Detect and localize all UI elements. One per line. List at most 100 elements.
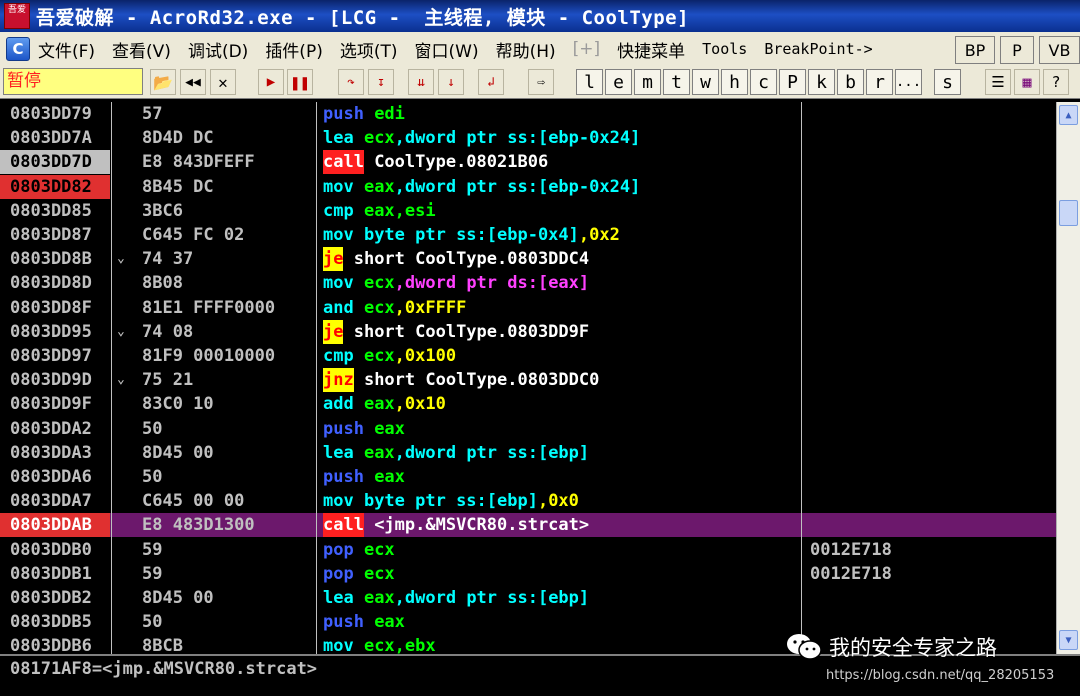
scroll-down-icon[interactable]: ▼ bbox=[1059, 630, 1078, 650]
watermark: 我的安全专家之路 bbox=[785, 632, 997, 662]
hex-dump-cell: 57 bbox=[142, 104, 163, 124]
instruction-cell: pop ecx bbox=[323, 538, 801, 562]
mnemonic: mov bbox=[323, 273, 354, 293]
disasm-row[interactable]: 0803DD9F 83C0 10 add eax,0x10 bbox=[0, 392, 1056, 416]
instruction-cell: lea eax,dword ptr ss:[ebp] bbox=[323, 586, 801, 610]
pause-icon[interactable]: ❚❚ bbox=[287, 69, 313, 95]
disasm-row[interactable]: 0803DD7A 8D4D DC lea ecx,dword ptr ss:[ebp… bbox=[0, 126, 1056, 150]
scroll-up-icon[interactable]: ▲ bbox=[1059, 105, 1078, 125]
p-button[interactable]: P bbox=[1000, 36, 1034, 64]
vb-button[interactable]: VB bbox=[1039, 36, 1080, 64]
disasm-row[interactable]: 0803DD79 57 push edi bbox=[0, 102, 1056, 126]
menu-view[interactable]: 查看(V) bbox=[112, 37, 171, 62]
disasm-row[interactable]: 0803DDA3 8D45 00 lea eax,dword ptr ss:[ebp… bbox=[0, 441, 1056, 465]
mnemonic: push bbox=[323, 467, 364, 487]
disasm-row[interactable]: 0803DD8F 81E1 FFFF0000 and ecx,0xFFFF bbox=[0, 296, 1056, 320]
operand: ,dword ptr ss:[ebp] bbox=[394, 443, 590, 463]
menu-shortcuts[interactable]: 快捷菜单 bbox=[617, 37, 685, 62]
execute-till-return-icon[interactable]: ↲ bbox=[478, 69, 504, 95]
trace-over-icon[interactable]: ↓ bbox=[438, 69, 464, 95]
menu-options[interactable]: 选项(T) bbox=[340, 37, 398, 62]
menu-help[interactable]: 帮助(H) bbox=[496, 37, 556, 62]
disasm-row[interactable]: 0803DDA7 C645 00 00 mov byte ptr ss:[ebp],… bbox=[0, 489, 1056, 513]
disasm-row[interactable]: 0803DDB0 59 pop ecx 0012E718 bbox=[0, 538, 1056, 562]
grid-icon[interactable]: ▦ bbox=[1014, 69, 1040, 95]
call-stack-window-button[interactable]: k bbox=[808, 69, 835, 95]
breakpoints-window-button[interactable]: b bbox=[837, 69, 864, 95]
disasm-row[interactable]: 0803DDB2 8D45 00 lea eax,dword ptr ss:[ebp… bbox=[0, 586, 1056, 610]
memory-window-button[interactable]: m bbox=[634, 69, 661, 95]
references-window-button[interactable]: r bbox=[866, 69, 893, 95]
address-cell: 0803DDA7 bbox=[10, 491, 92, 511]
disasm-row[interactable]: 0803DDA2 50 push eax bbox=[0, 417, 1056, 441]
bp-button[interactable]: BP bbox=[955, 36, 995, 64]
cpu-window-button[interactable]: c bbox=[750, 69, 777, 95]
restart-icon[interactable]: ◀◀ bbox=[180, 69, 206, 95]
disassembly-pane[interactable]: 0803DD79 57 push edi 0803DD7A 8D4D DC lea ecx… bbox=[0, 102, 1056, 654]
operand: ecx bbox=[353, 273, 395, 293]
operand: ecx bbox=[353, 346, 395, 366]
disasm-row[interactable]: 0803DDA6 50 push eax bbox=[0, 465, 1056, 489]
handles-window-button[interactable]: h bbox=[721, 69, 748, 95]
run-trace-window-button[interactable]: ... bbox=[895, 69, 922, 95]
menu-window[interactable]: 窗口(W) bbox=[415, 37, 479, 62]
menu-breakpoint[interactable]: BreakPoint-> bbox=[764, 40, 872, 58]
disasm-row[interactable]: 0803DD7D E8 843DFEFF call CoolType.08021B0… bbox=[0, 150, 1056, 174]
instruction-cell: call <jmp.&MSVCR80.strcat> bbox=[323, 513, 801, 537]
comment-cell: 0012E718 bbox=[810, 540, 892, 560]
mnemonic: mov bbox=[323, 636, 354, 654]
patches-window-button[interactable]: P bbox=[779, 69, 806, 95]
hex-dump-cell: 50 bbox=[142, 467, 163, 487]
hex-dump-cell: 8D45 00 bbox=[142, 588, 214, 608]
disasm-row[interactable]: 0803DD9D ⌄ 75 21 jnz short CoolType.0803DDC… bbox=[0, 368, 1056, 392]
log-window-button[interactable]: l bbox=[576, 69, 603, 95]
help-icon[interactable]: ? bbox=[1043, 69, 1069, 95]
instruction-cell: push eax bbox=[323, 465, 801, 489]
list-icon[interactable]: ☰ bbox=[985, 69, 1011, 95]
step-over-icon[interactable]: ↧ bbox=[368, 69, 394, 95]
title-bar[interactable]: 吾爱 吾爱破解 - AcroRd32.exe - [LCG - 主线程, 模块 … bbox=[0, 0, 1080, 32]
disasm-row[interactable]: 0803DD95 ⌄ 74 08 je short CoolType.0803DD9F bbox=[0, 320, 1056, 344]
scroll-thumb[interactable] bbox=[1059, 200, 1078, 226]
modules-window-button[interactable]: e bbox=[605, 69, 632, 95]
windows-window-button[interactable]: w bbox=[692, 69, 719, 95]
run-icon[interactable]: ▶ bbox=[258, 69, 284, 95]
menu-plugins[interactable]: 插件(P) bbox=[265, 37, 323, 62]
go-to-address-icon[interactable]: ⇨ bbox=[528, 69, 554, 95]
menu-tools[interactable]: Tools bbox=[702, 40, 747, 58]
disasm-row[interactable]: 0803DD97 81F9 00010000 cmp ecx,0x100 bbox=[0, 344, 1056, 368]
disasm-row[interactable]: 0803DDAB E8 483D1300 call <jmp.&MSVCR80.st… bbox=[0, 513, 1056, 537]
column-divider bbox=[111, 102, 112, 654]
disasm-row[interactable]: 0803DD8B ⌄ 74 37 je short CoolType.0803DDC4 bbox=[0, 247, 1056, 271]
operand: eax bbox=[353, 394, 395, 414]
cpu-window-icon[interactable]: C bbox=[6, 37, 30, 61]
open-folder-icon[interactable]: 📂 bbox=[150, 69, 176, 95]
menu-file[interactable]: 文件(F) bbox=[38, 37, 95, 62]
source-window-button[interactable]: s bbox=[934, 69, 961, 95]
disasm-row[interactable]: 0803DD82 8B45 DC mov eax,dword ptr ss:[ebp… bbox=[0, 175, 1056, 199]
disasm-row[interactable]: 0803DD85 3BC6 cmp eax,esi bbox=[0, 199, 1056, 223]
disasm-row[interactable]: 0803DD8D 8B08 mov ecx,dword ptr ds:[eax] bbox=[0, 271, 1056, 295]
disasm-row[interactable]: 0803DD87 C645 FC 02 mov byte ptr ss:[ebp-0… bbox=[0, 223, 1056, 247]
menu-debug[interactable]: 调试(D) bbox=[188, 37, 248, 62]
wechat-icon bbox=[785, 632, 823, 662]
close-icon[interactable]: ✕ bbox=[210, 69, 236, 95]
mnemonic: jnz bbox=[323, 368, 354, 392]
address-cell: 0803DD9D bbox=[10, 370, 92, 390]
trace-into-icon[interactable]: ⇊ bbox=[408, 69, 434, 95]
address-cell: 0803DDB1 bbox=[10, 564, 92, 584]
disasm-row[interactable]: 0803DDB5 50 push eax bbox=[0, 610, 1056, 634]
threads-window-button[interactable]: t bbox=[663, 69, 690, 95]
hex-dump-cell: 8D4D DC bbox=[142, 128, 214, 148]
mnemonic: cmp bbox=[323, 201, 354, 221]
operand: CoolType.08021B06 bbox=[363, 152, 549, 172]
operand: <jmp.&MSVCR80.strcat> bbox=[363, 515, 590, 535]
menu-plus[interactable]: [+] bbox=[573, 39, 601, 59]
step-into-icon[interactable]: ↷ bbox=[338, 69, 364, 95]
address-cell: 0803DD8F bbox=[10, 298, 92, 318]
vertical-scrollbar[interactable]: ▲ ▼ bbox=[1056, 102, 1080, 654]
address-cell: 0803DD97 bbox=[10, 346, 92, 366]
disasm-row[interactable]: 0803DDB1 59 pop ecx 0012E718 bbox=[0, 562, 1056, 586]
hex-dump-cell: 83C0 10 bbox=[142, 394, 214, 414]
operand: eax,esi bbox=[353, 201, 436, 221]
